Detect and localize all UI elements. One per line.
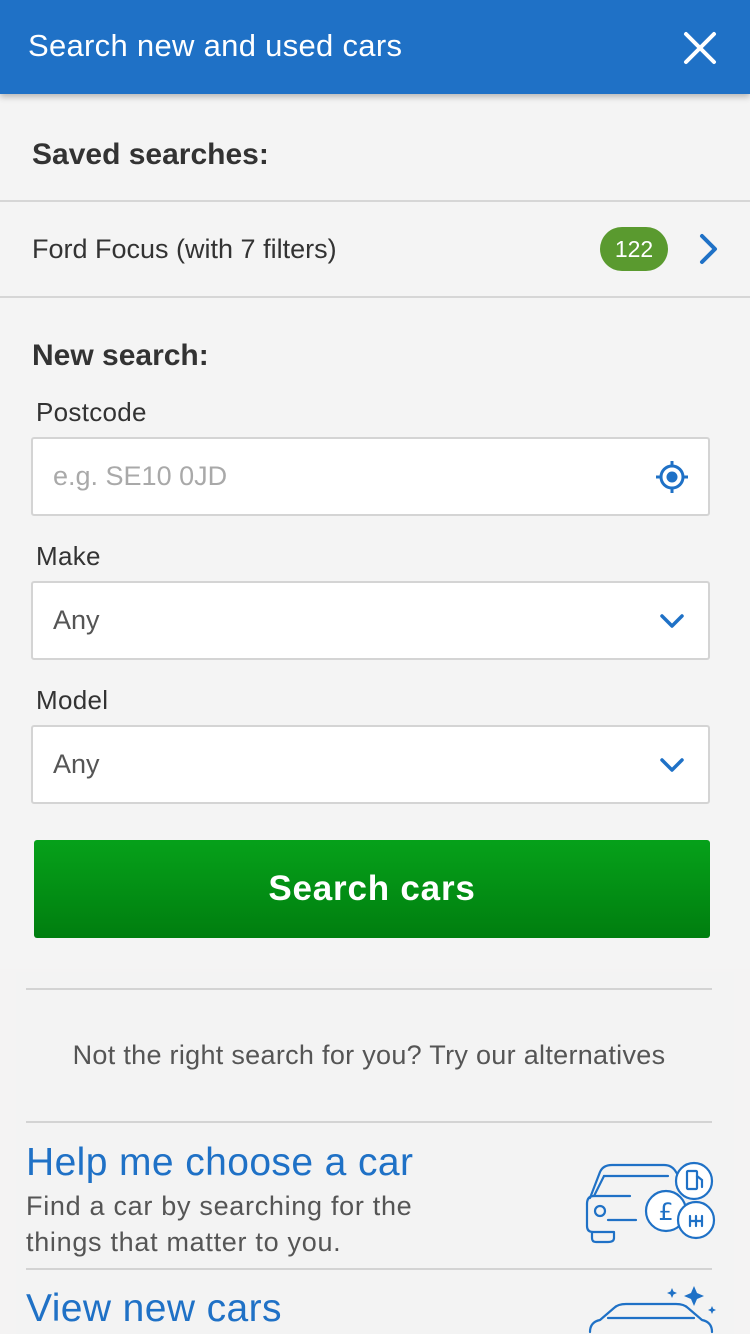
alternatives-intro: Not the right search for you? Try our al… [72,1040,666,1070]
divider [0,296,750,298]
divider [26,1268,712,1270]
result-count-badge: 122 [600,227,668,271]
saved-searches-heading: Saved searches: [32,138,269,171]
alternatives-panel: Not the right search for you? Try our al… [16,972,734,1334]
saved-search-item[interactable]: Ford Focus (with 7 filters) 122 [0,202,750,296]
close-button[interactable] [676,24,724,72]
location-target-icon [656,461,688,493]
chevron-right-icon [700,234,717,264]
divider [26,988,712,990]
new-search-heading: New search: [32,339,209,372]
model-label: Model [36,685,109,715]
make-label: Make [36,541,101,571]
postcode-placeholder: e.g. SE10 0JD [53,461,228,491]
make-select[interactable]: Any [31,581,710,660]
chevron-down-icon [660,758,684,772]
search-cars-button[interactable]: Search cars [34,840,710,938]
close-icon [684,32,716,64]
new-car-icon [588,1286,716,1334]
header-title: Search new and used cars [28,28,403,63]
header-bar: Search new and used cars [0,0,750,94]
help-me-choose-description: Find a car by searching for the things t… [26,1191,413,1257]
divider [26,1121,712,1123]
search-form-area: Saved searches: Ford Focus (with 7 filte… [0,94,750,969]
use-location-button[interactable] [654,459,690,495]
postcode-label: Postcode [36,397,147,427]
car-features-icon: £ [585,1161,716,1244]
svg-text:£: £ [658,1198,673,1226]
chevron-down-icon [660,614,684,628]
model-dropdown-toggle[interactable] [654,747,690,783]
postcode-input[interactable]: e.g. SE10 0JD [31,437,710,516]
search-screen: Search new and used cars Saved searches:… [0,0,750,1334]
make-dropdown-toggle[interactable] [654,603,690,639]
saved-search-label: Ford Focus (with 7 filters) [32,234,337,264]
make-value: Any [53,605,100,635]
model-select[interactable]: Any [31,725,710,804]
model-value: Any [53,749,100,779]
